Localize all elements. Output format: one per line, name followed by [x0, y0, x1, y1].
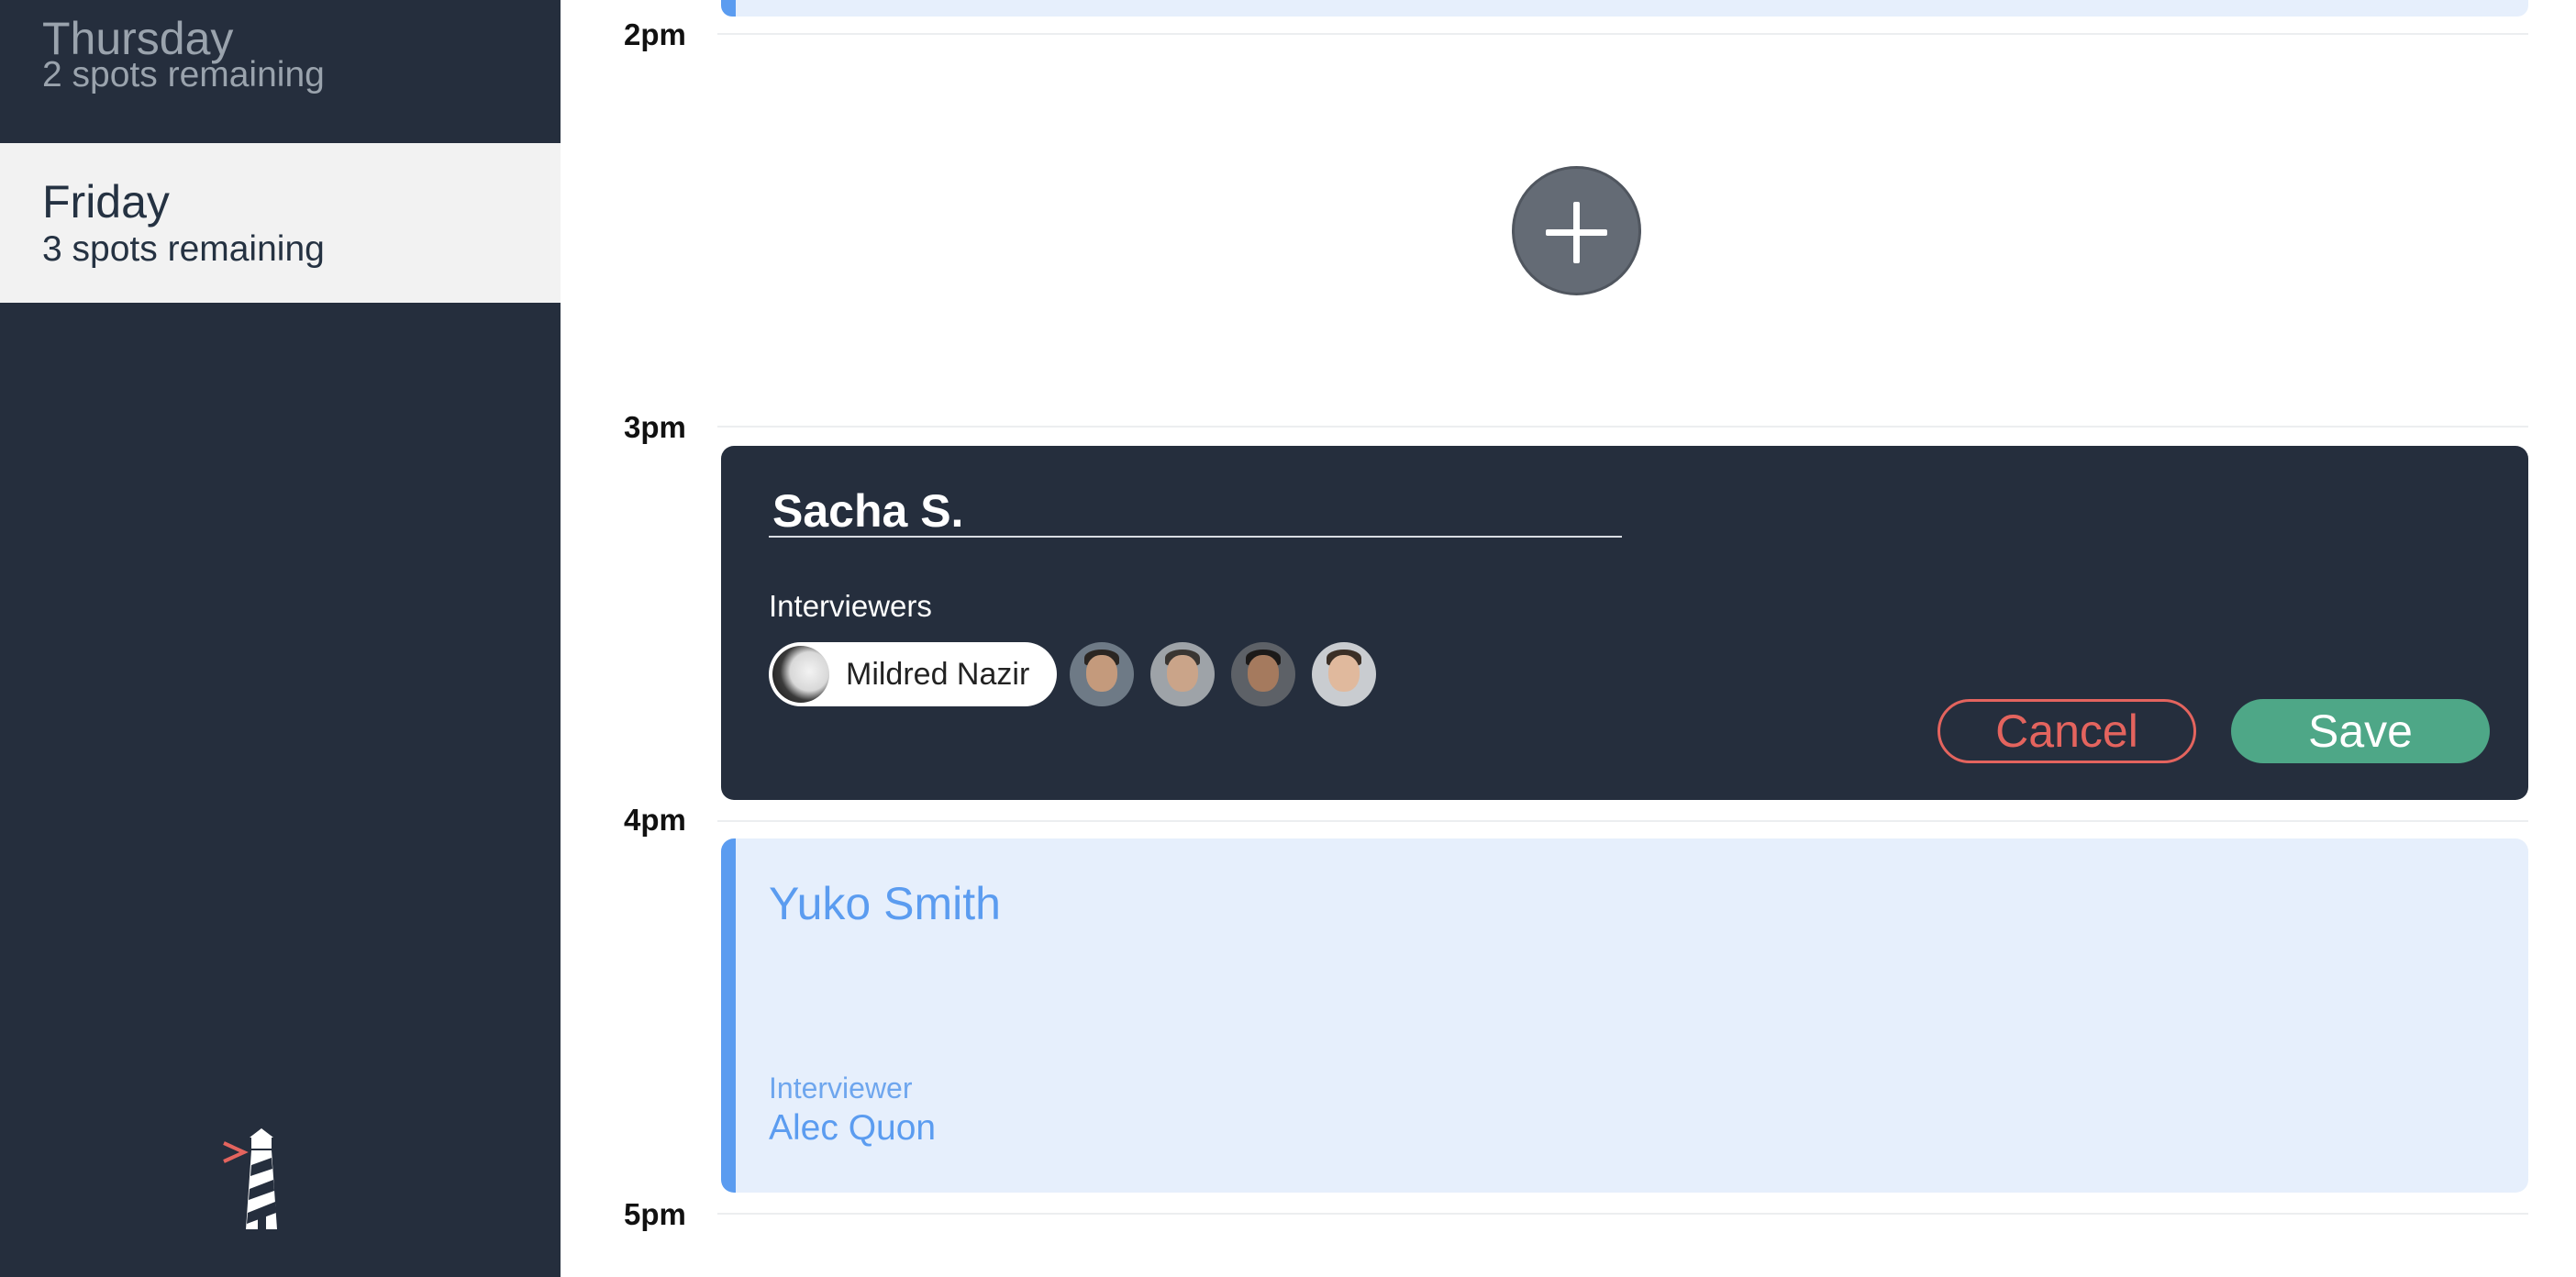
interviewer-avatar-option[interactable]: [1231, 642, 1295, 706]
interviewer-name: Mildred Nazir: [846, 657, 1030, 692]
avatar: [772, 646, 829, 703]
save-button[interactable]: Save: [2231, 699, 2490, 763]
day-name: Friday: [42, 176, 170, 228]
hour-divider: [717, 426, 2528, 428]
day-spots-remaining: 2 spots remaining: [42, 55, 325, 94]
lighthouse-icon: [223, 1128, 277, 1229]
add-slot-button[interactable]: [1512, 166, 1641, 295]
hour-divider: [717, 820, 2528, 822]
cancel-button[interactable]: Cancel: [1938, 699, 2196, 763]
day-spots-remaining: 3 spots remaining: [42, 229, 325, 269]
previous-slot-card[interactable]: [721, 0, 2528, 17]
interviewer-avatar-option[interactable]: [1070, 642, 1134, 706]
sidebar: Thursday 2 spots remaining Friday 3 spot…: [0, 0, 561, 1277]
hour-divider: [717, 33, 2528, 35]
hour-label-4pm: 4pm: [624, 803, 686, 837]
booked-slot-card[interactable]: Yuko Smith Interviewer Alec Quon: [721, 838, 2528, 1193]
interviewer-avatar-option[interactable]: [1150, 642, 1215, 706]
day-item-thursday[interactable]: Thursday 2 spots remaining: [0, 0, 561, 143]
interview-editor-card: Interviewers Mildred Nazir Cancel Save: [721, 446, 2528, 800]
hour-divider: [717, 1213, 2528, 1215]
interviewer-avatar-option[interactable]: [1312, 642, 1376, 706]
slot-interviewer-label: Interviewer: [769, 1072, 913, 1105]
hour-label-2pm: 2pm: [624, 17, 686, 51]
hour-label-3pm: 3pm: [624, 410, 686, 444]
day-item-friday[interactable]: Friday 3 spots remaining: [0, 143, 561, 303]
slot-student-name: Yuko Smith: [769, 878, 1001, 929]
selected-interviewer-chip[interactable]: Mildred Nazir: [769, 642, 1057, 706]
slot-interviewer-name: Alec Quon: [769, 1108, 937, 1148]
student-name-input[interactable]: [769, 486, 1622, 538]
interviewers-label: Interviewers: [769, 589, 932, 623]
hour-label-5pm: 5pm: [624, 1197, 686, 1231]
